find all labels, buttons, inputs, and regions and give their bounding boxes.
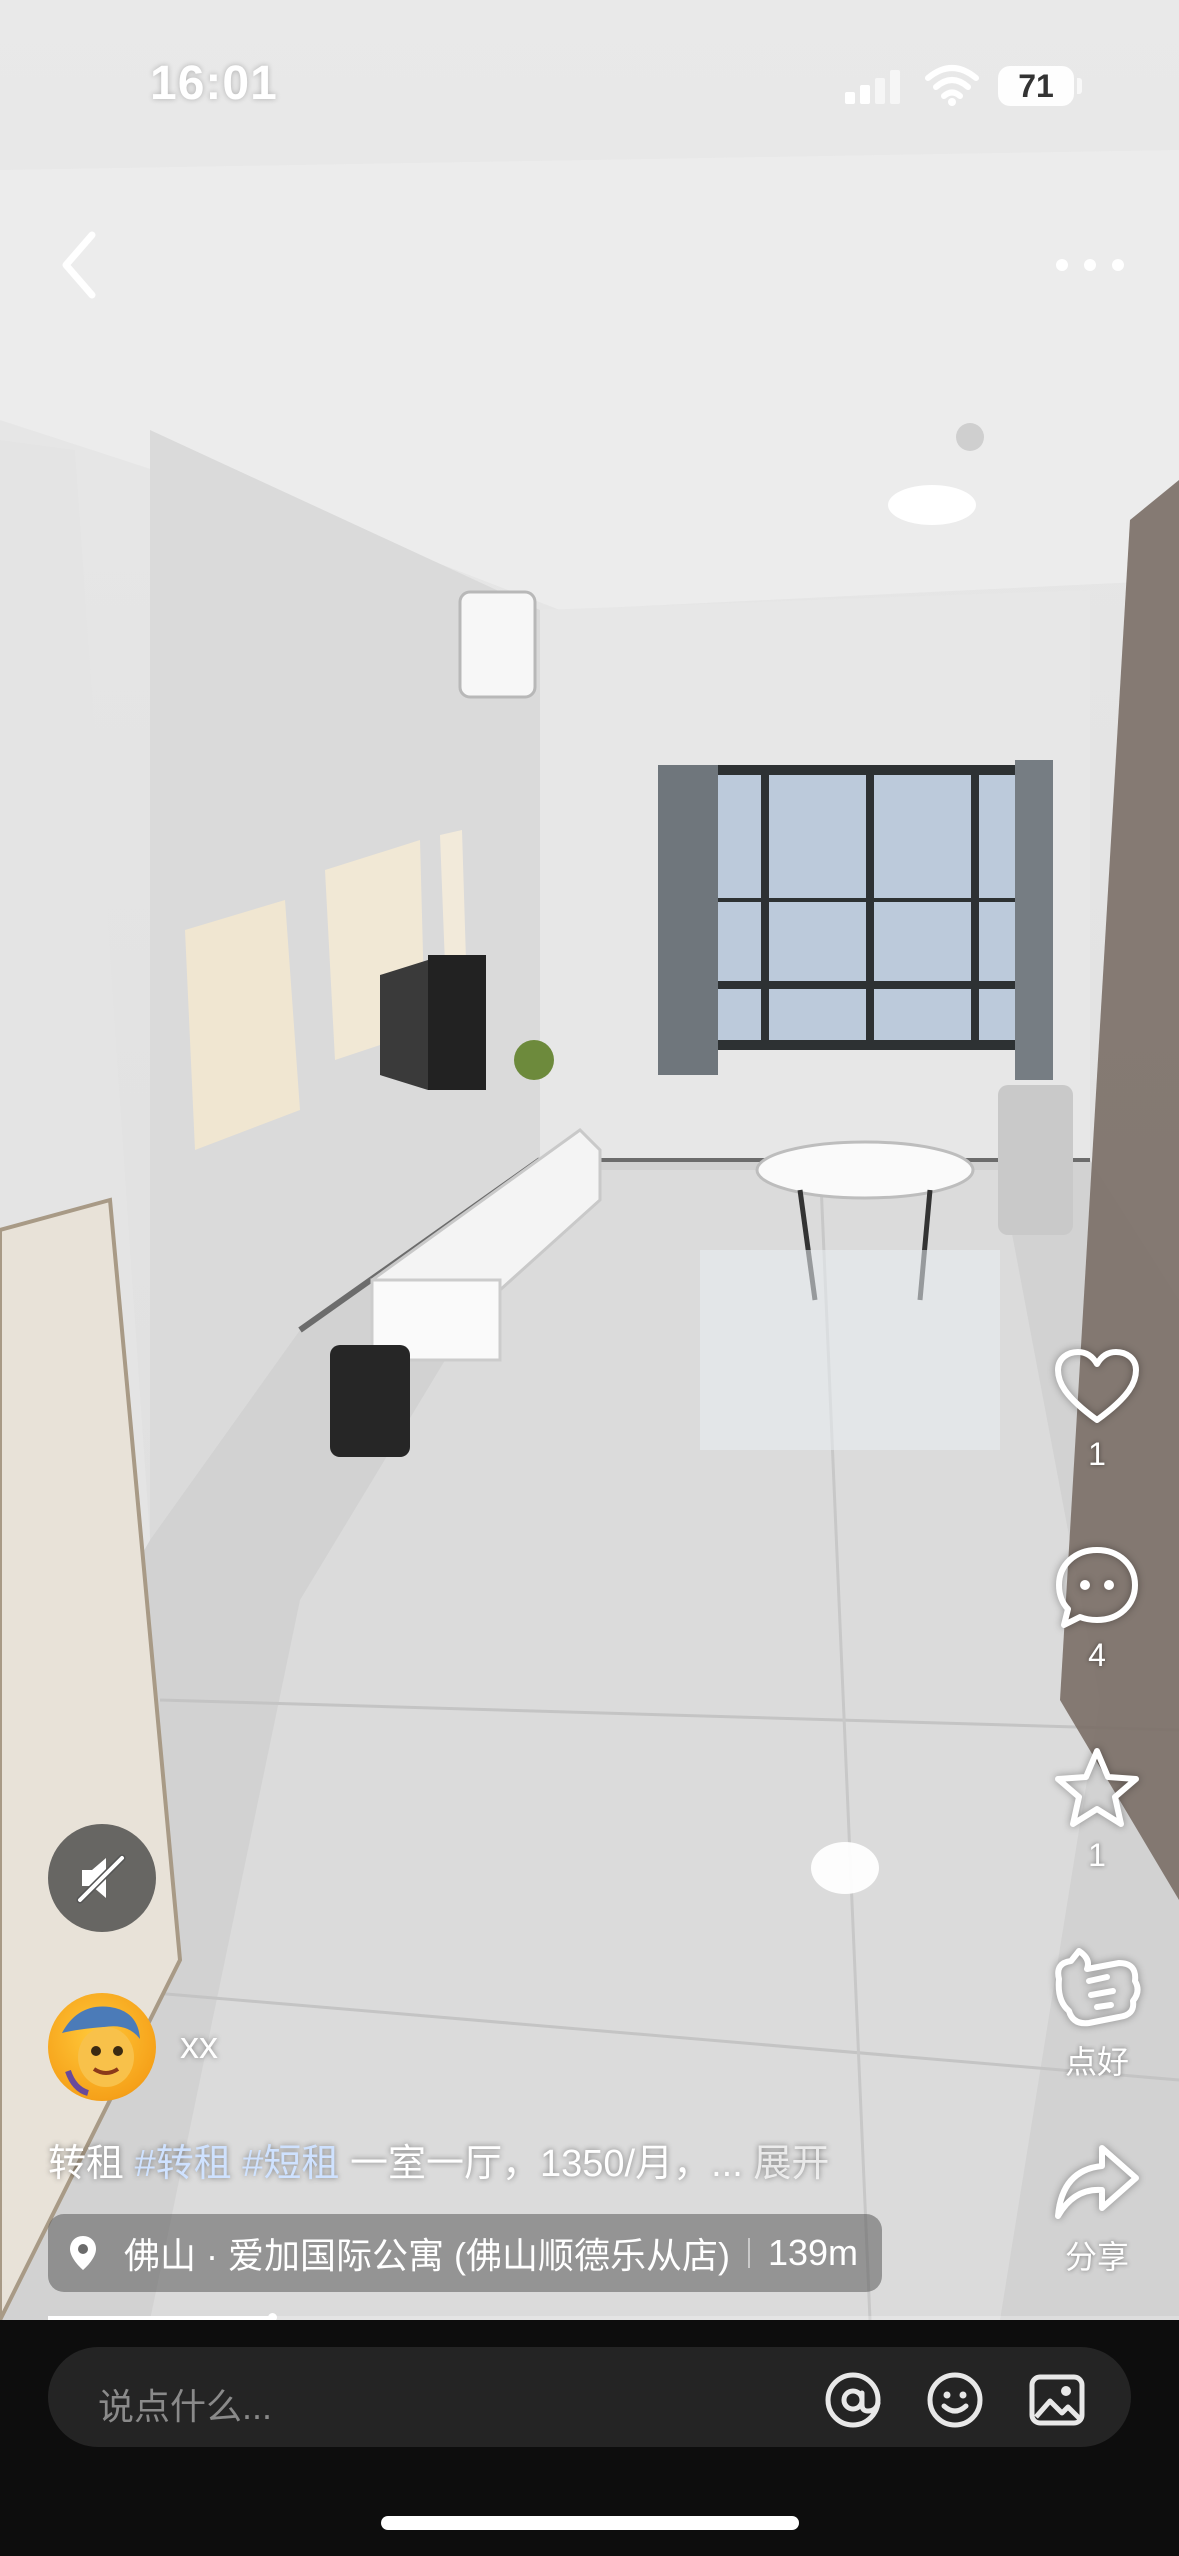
comment-input[interactable]: 说点什么... — [48, 2347, 1131, 2447]
author-name[interactable]: xx — [180, 2025, 218, 2068]
share-button[interactable]: 分享 — [1037, 2140, 1157, 2278]
battery-tip — [1077, 78, 1082, 94]
more-options-button[interactable] — [1050, 245, 1130, 285]
star-icon — [1055, 1748, 1139, 1827]
expand-caption-button[interactable]: 展开 — [753, 2143, 829, 2185]
good-button[interactable]: 点好 — [1037, 1945, 1157, 2083]
mute-button[interactable] — [48, 1824, 156, 1932]
back-button[interactable] — [52, 225, 108, 305]
video-player[interactable] — [0, 0, 1179, 2320]
apartment-video-frame — [0, 150, 1179, 2320]
battery-indicator: 71 — [998, 66, 1074, 106]
location-pin-icon — [70, 2236, 96, 2270]
thumbs-up-icon — [1055, 1948, 1141, 2027]
mention-icon[interactable] — [824, 2371, 882, 2429]
location-divider — [747, 2238, 750, 2268]
like-button[interactable]: 1 — [1037, 1348, 1157, 1473]
comment-button[interactable]: 4 — [1037, 1545, 1157, 1674]
hashtag-link[interactable]: #转租 — [135, 2143, 232, 2185]
location-tag[interactable]: 佛山 · 爱加国际公寓 (佛山顺德乐从店) 139m — [48, 2214, 883, 2292]
speaker-muted-icon — [76, 1854, 126, 1904]
home-indicator — [381, 2516, 799, 2530]
heart-icon — [1055, 1349, 1139, 1423]
comment-input-placeholder: 说点什么... — [98, 2386, 273, 2427]
emoji-icon[interactable] — [926, 2371, 984, 2429]
comment-count: 4 — [1088, 1637, 1106, 1673]
favorite-button[interactable]: 1 — [1037, 1745, 1157, 1874]
location-distance: 139m — [767, 2232, 859, 2273]
comment-icon — [1056, 1547, 1138, 1628]
good-label: 点好 — [1064, 2044, 1129, 2080]
post-caption[interactable]: 转租 #转租 #短租 一室一厅，1350/月，... 展开 — [48, 2132, 829, 2187]
wifi-icon — [925, 65, 979, 106]
avatar-character-icon — [62, 2006, 140, 2096]
hashtag-link[interactable]: #短租 — [242, 2143, 339, 2185]
like-count: 1 — [1088, 1436, 1106, 1472]
caption-summary: 一室一厅，1350/月，... — [349, 2143, 743, 2185]
status-time: 16:01 — [150, 57, 278, 110]
cellular-signal-icon — [845, 70, 900, 104]
share-arrow-icon — [1055, 2145, 1139, 2219]
image-icon[interactable] — [1028, 2371, 1086, 2429]
share-label: 分享 — [1064, 2239, 1129, 2275]
caption-text: 转租 — [48, 2143, 125, 2185]
location-name: 佛山 · 爱加国际公寓 (佛山顺德乐从店) — [124, 2235, 730, 2276]
favorite-count: 1 — [1088, 1837, 1106, 1873]
status-bar: 16:01 71 — [0, 0, 1179, 170]
avatar[interactable] — [48, 1993, 156, 2101]
battery-level: 71 — [1018, 67, 1054, 104]
